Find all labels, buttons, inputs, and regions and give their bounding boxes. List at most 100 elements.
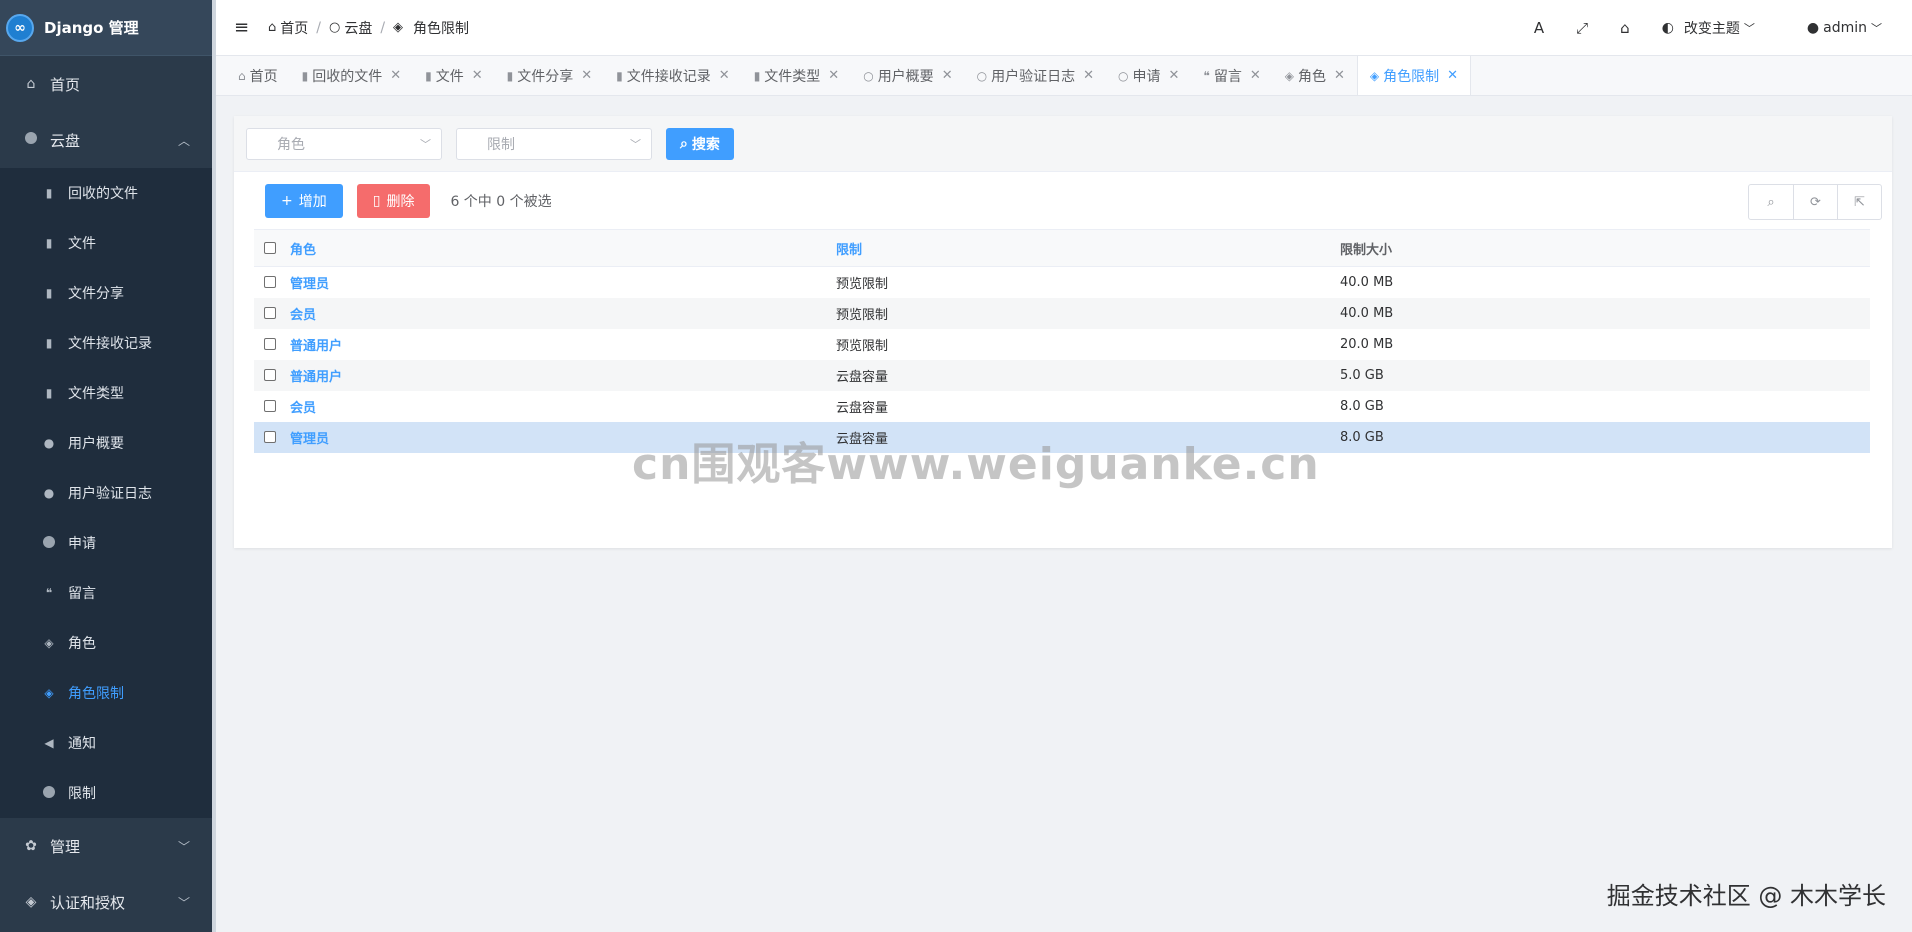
tab-file-shares[interactable]: ▮ 文件分享 ✕	[495, 56, 605, 95]
user-dropdown[interactable]: ● admin ﹀	[1807, 20, 1882, 36]
sidebar-item-user-profile[interactable]: ● 用户概要	[0, 418, 212, 468]
limit-size-cell: 8.0 GB	[1340, 421, 1870, 453]
limit-size-cell: 20.0 MB	[1340, 336, 1394, 352]
select-all-checkbox[interactable]	[264, 242, 276, 254]
close-icon[interactable]: ✕	[828, 68, 839, 83]
close-icon[interactable]: ✕	[1334, 68, 1345, 83]
limit-cell: 云盘容量	[836, 359, 1340, 391]
tab-file-types[interactable]: ▮ 文件类型 ✕	[742, 56, 852, 95]
breadcrumb: ⌂ 首页 / ○ 云盘 / ◈ 角色限制	[268, 18, 469, 38]
tab-applications[interactable]: ○ 申请 ✕	[1106, 56, 1191, 95]
user-label: admin	[1823, 20, 1867, 36]
menu-toggle-icon[interactable]: ≡	[234, 17, 262, 38]
breadcrumb-item[interactable]: 云盘	[344, 18, 372, 38]
tab-user-profile[interactable]: ○ 用户概要 ✕	[851, 56, 964, 95]
add-button[interactable]: + 增加	[265, 184, 343, 218]
tab-messages[interactable]: ❝ 留言 ✕	[1191, 56, 1272, 95]
tab-label: 文件	[435, 68, 464, 85]
sidebar-group-cloud[interactable]: 云盘 ︿	[0, 112, 212, 168]
delete-button[interactable]: ▯ 删除	[356, 184, 431, 218]
results-table: 角色 限制 限制大小 管理员 预览限制 40.0 MB 会员 预览限制 40.0…	[254, 229, 1870, 453]
trash-icon: ▯	[372, 193, 381, 209]
close-icon[interactable]: ✕	[472, 68, 483, 83]
sidebar-item-messages[interactable]: ❝ 留言	[0, 568, 212, 618]
brand[interactable]: ∞ Django 管理	[0, 0, 212, 56]
font-size-icon[interactable]: A	[1534, 19, 1544, 37]
close-icon[interactable]: ✕	[1447, 68, 1458, 83]
role-link[interactable]: 普通用户	[290, 359, 836, 391]
refresh-button[interactable]: ⟳	[1793, 185, 1837, 219]
row-checkbox[interactable]	[264, 276, 276, 289]
file-icon: ▮	[753, 68, 761, 83]
user-icon: ●	[43, 436, 55, 450]
close-icon[interactable]: ✕	[581, 68, 592, 83]
sidebar-item-notifications[interactable]: ◀ 通知	[0, 718, 212, 768]
tab-roles[interactable]: ◈ 角色 ✕	[1273, 56, 1357, 95]
role-link[interactable]: 管理员	[290, 267, 836, 298]
tab-label: 角色限制	[1383, 68, 1440, 85]
sidebar-item-user-auth-log[interactable]: ● 用户验证日志	[0, 468, 212, 518]
file-icon: ▮	[45, 336, 53, 350]
limit-filter-select[interactable]: 限制 ﹀	[456, 127, 652, 160]
chevron-down-icon: ﹀	[420, 137, 431, 151]
tab-role-limits[interactable]: ◈ 角色限制 ✕	[1356, 56, 1472, 95]
sidebar-item-label: 回收的文件	[68, 186, 138, 202]
tab-file-receive-log[interactable]: ▮ 文件接收记录 ✕	[604, 56, 742, 95]
row-checkbox[interactable]	[264, 400, 276, 412]
table-row: 普通用户 云盘容量 5.0 GB	[254, 359, 1870, 391]
tab-user-auth-log[interactable]: ○ 用户验证日志 ✕	[965, 56, 1106, 95]
close-icon[interactable]: ✕	[719, 68, 730, 83]
file-icon: ▮	[45, 286, 53, 300]
close-icon[interactable]: ✕	[1083, 68, 1094, 83]
row-checkbox[interactable]	[264, 369, 276, 381]
limit-size-cell: 5.0 GB	[1340, 359, 1870, 391]
close-icon[interactable]: ✕	[1168, 68, 1179, 83]
home-icon: ⌂	[268, 20, 277, 35]
table-row: 普通用户 预览限制 20.0 MB	[254, 329, 1870, 360]
close-icon[interactable]: ✕	[942, 68, 953, 83]
sidebar-item-recycled-files[interactable]: ▮ 回收的文件	[0, 168, 212, 218]
sidebar-item-files[interactable]: ▮ 文件	[0, 218, 212, 268]
sidebar-item-roles[interactable]: ◈ 角色	[0, 618, 212, 668]
row-checkbox[interactable]	[264, 307, 276, 319]
shield-icon: ◈	[25, 894, 37, 910]
header-actions: A ⤢ ⌂ ◐ 改变主题 ﹀ ● admin ﹀	[1534, 0, 1912, 56]
tab-recycled-files[interactable]: ▮ 回收的文件 ✕	[290, 56, 414, 95]
palette-icon: ◐	[1661, 20, 1674, 36]
search-button[interactable]: ⌕ 搜索	[666, 127, 734, 160]
breadcrumb-item[interactable]: 首页	[280, 18, 308, 38]
search-toggle-button[interactable]: ⌕	[1749, 185, 1793, 219]
role-link[interactable]: 会员	[290, 391, 836, 422]
export-button[interactable]: ⇱	[1837, 185, 1881, 219]
sidebar-item-file-types[interactable]: ▮ 文件类型	[0, 368, 212, 418]
row-checkbox[interactable]	[264, 431, 276, 443]
column-header-role[interactable]: 角色	[290, 229, 836, 267]
tab-label: 首页	[249, 68, 278, 85]
filter-bar: 角色 ﹀ 限制 ﹀ ⌕ 搜索	[234, 116, 1892, 172]
close-icon[interactable]: ✕	[1250, 68, 1261, 83]
tab-home[interactable]: ⌂ 首页	[226, 56, 290, 95]
sidebar-group-manage[interactable]: ✿ 管理 ﹀	[0, 818, 212, 874]
sidebar-item-applications[interactable]: 申请	[0, 518, 212, 568]
sidebar-item-home[interactable]: ⌂ 首页	[0, 56, 212, 112]
fullscreen-icon[interactable]: ⤢	[1576, 19, 1588, 37]
sidebar-group-auth[interactable]: ◈ 认证和授权 ﹀	[0, 874, 212, 930]
close-icon[interactable]: ✕	[390, 68, 401, 83]
column-header-limit[interactable]: 限制	[836, 229, 1340, 267]
role-link[interactable]: 会员	[290, 297, 836, 329]
plus-icon: +	[281, 193, 293, 209]
tab-files[interactable]: ▮ 文件 ✕	[413, 56, 495, 95]
role-link[interactable]: 普通用户	[290, 329, 836, 360]
sidebar-item-limits[interactable]: 限制	[0, 768, 212, 818]
role-filter-select[interactable]: 角色 ﹀	[246, 127, 442, 160]
sidebar-item-role-limits[interactable]: ◈ 角色限制	[0, 668, 212, 718]
export-icon: ⇱	[1854, 194, 1865, 210]
home-icon[interactable]: ⌂	[1620, 19, 1630, 37]
sidebar-item-file-shares[interactable]: ▮ 文件分享	[0, 268, 212, 318]
chevron-down-icon: ﹀	[630, 137, 641, 151]
actions-toolbar: + 增加 ▯ 删除 6 个中 0 个被选 ⌕ ⟳ ⇱	[234, 172, 1892, 230]
theme-dropdown[interactable]: ◐ 改变主题 ﹀	[1662, 18, 1755, 38]
row-checkbox[interactable]	[264, 338, 276, 350]
tab-label: 文件类型	[764, 68, 821, 85]
sidebar-item-file-receive-log[interactable]: ▮ 文件接收记录	[0, 318, 212, 368]
